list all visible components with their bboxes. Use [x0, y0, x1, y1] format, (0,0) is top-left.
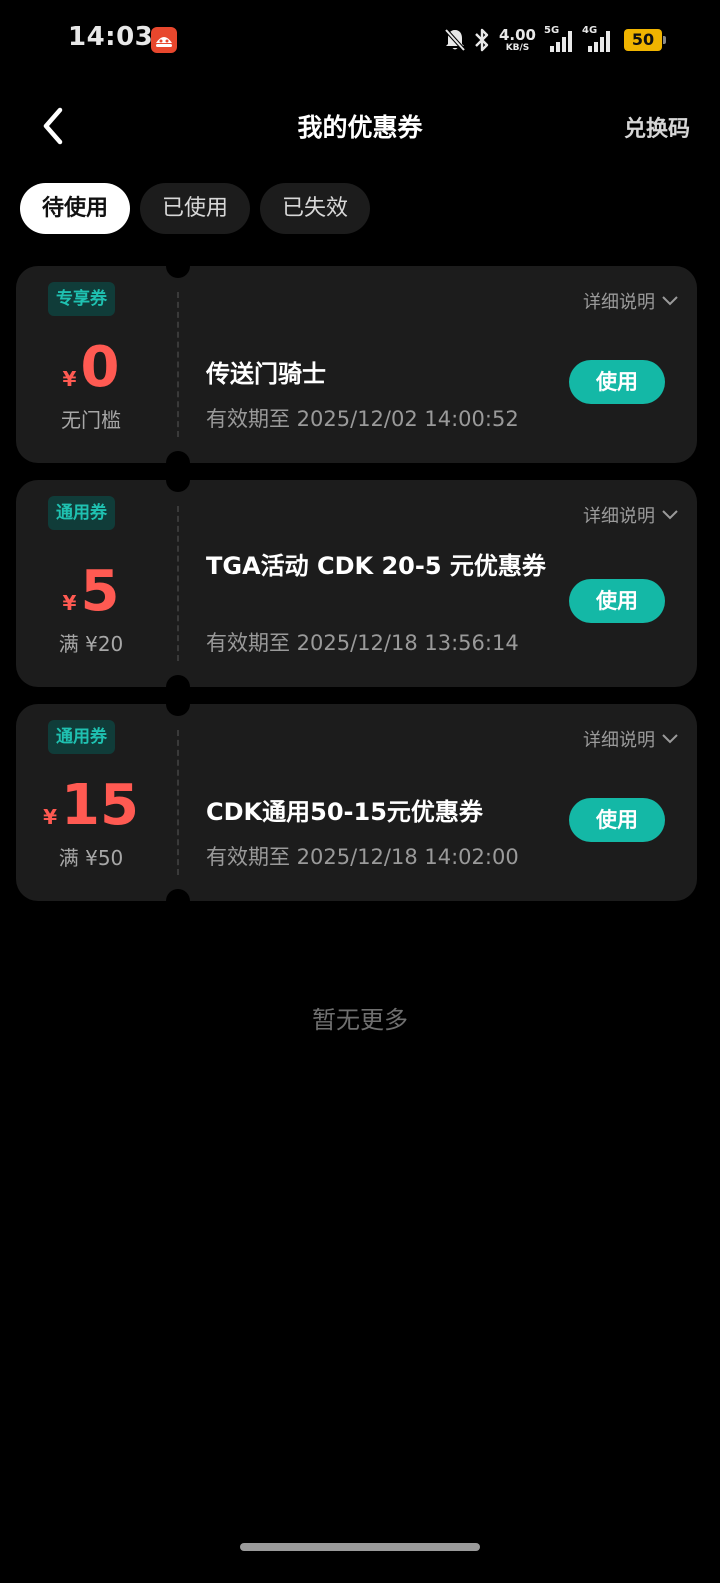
tab-expired[interactable]: 已失效	[260, 183, 371, 234]
card-notch	[166, 468, 190, 492]
redeem-code-button[interactable]: 兑换码	[624, 111, 690, 143]
coupon-name: 传送门骑士	[206, 360, 326, 388]
signal-5g: 5G	[544, 25, 576, 54]
amount-value: 15	[60, 773, 139, 838]
signal-4g: 4G	[582, 25, 614, 54]
coupon-threshold: 满 ¥50	[58, 846, 124, 870]
card-notch	[166, 889, 190, 913]
signal-icon	[588, 31, 610, 52]
status-bar: 14:03 4.00 KB/S 5G 4G 50	[0, 0, 720, 80]
card-notch	[166, 254, 190, 278]
use-coupon-button[interactable]: 使用	[569, 360, 665, 404]
bell-off-icon	[444, 28, 466, 52]
amount-value: 5	[80, 559, 120, 624]
coupon-amount: ¥5	[16, 564, 166, 620]
coupon-amount: ¥15	[16, 778, 166, 834]
detail-label: 详细说明	[583, 506, 655, 527]
coupon-threshold: 无门槛	[61, 408, 121, 432]
detail-label: 详细说明	[583, 730, 655, 751]
coupon-card: 通用券 ¥15 满 ¥50 详细说明 CDK通用50-15元优惠券 有效期至 2…	[16, 692, 697, 913]
currency-symbol: ¥	[43, 805, 57, 829]
use-coupon-button[interactable]: 使用	[569, 798, 665, 842]
detail-button[interactable]: 详细说明	[583, 288, 679, 314]
signal-icon	[550, 31, 572, 52]
coupon-name: TGA活动 CDK 20-5 元优惠券	[206, 552, 546, 580]
home-indicator[interactable]	[240, 1543, 480, 1551]
coupon-name: CDK通用50-15元优惠券	[206, 798, 483, 826]
bluetooth-icon	[475, 28, 489, 52]
detail-label: 详细说明	[583, 292, 655, 313]
chevron-down-icon	[662, 296, 678, 306]
card-divider	[177, 292, 179, 437]
card-notch	[166, 692, 190, 716]
app-notification-icon	[151, 27, 177, 53]
detail-button[interactable]: 详细说明	[583, 726, 679, 752]
page-title: 我的优惠券	[297, 113, 423, 142]
status-time: 14:03	[68, 22, 154, 52]
coupon-type-badge: 通用券	[48, 496, 115, 530]
coupon-card: 通用券 ¥5 满 ¥20 详细说明 TGA活动 CDK 20-5 元优惠券 有效…	[16, 468, 697, 699]
status-icons: 4.00 KB/S 5G 4G 50	[443, 24, 666, 56]
use-coupon-button[interactable]: 使用	[569, 579, 665, 623]
tab-unused[interactable]: 待使用	[20, 183, 131, 234]
currency-symbol: ¥	[62, 591, 77, 615]
amount-value: 0	[80, 335, 120, 400]
coupon-threshold: 满 ¥20	[58, 632, 124, 656]
detail-button[interactable]: 详细说明	[583, 502, 679, 528]
page-header: 我的优惠券 兑换码	[0, 90, 720, 162]
card-divider	[177, 506, 179, 661]
coupon-expiry: 有效期至 2025/12/02 14:00:52	[206, 407, 519, 431]
tab-used[interactable]: 已使用	[140, 183, 251, 234]
coupon-expiry: 有效期至 2025/12/18 13:56:14	[206, 631, 519, 655]
network-speed: 4.00 KB/S	[498, 25, 536, 53]
coupon-type-badge: 通用券	[48, 720, 115, 754]
battery-icon: 50	[624, 29, 666, 51]
coupon-card: 专享券 ¥0 无门槛 详细说明 传送门骑士 有效期至 2025/12/02 14…	[16, 254, 697, 475]
chevron-down-icon	[662, 510, 678, 520]
coupon-status-tabs: 待使用 已使用 已失效	[20, 183, 371, 234]
chevron-down-icon	[662, 734, 678, 744]
coupon-expiry: 有效期至 2025/12/18 14:02:00	[206, 845, 519, 869]
no-more-label: 暂无更多	[312, 1006, 408, 1034]
coupon-amount: ¥0	[16, 340, 166, 396]
battery-cap	[663, 36, 666, 44]
currency-symbol: ¥	[62, 367, 77, 391]
card-divider	[177, 730, 179, 875]
battery-level: 50	[624, 29, 662, 51]
coupon-type-badge: 专享券	[48, 282, 115, 316]
